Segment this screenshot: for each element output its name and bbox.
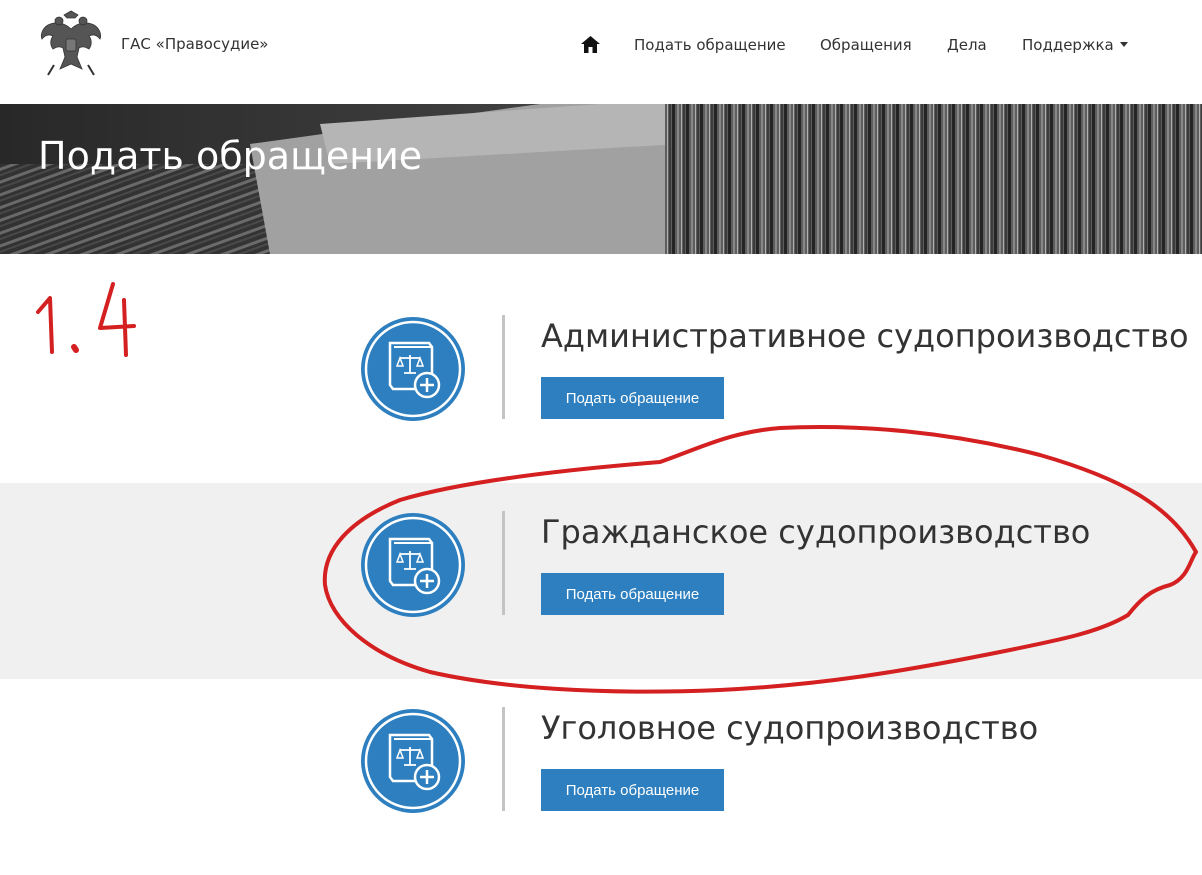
section-civil: Гражданское судопроизводство Подать обра… xyxy=(0,483,1202,679)
section-divider xyxy=(502,707,505,811)
submit-request-button[interactable]: Подать обращение xyxy=(541,573,724,615)
law-book-add-icon xyxy=(361,317,465,421)
nav-submit-request[interactable]: Подать обращение xyxy=(634,36,786,58)
law-book-add-icon xyxy=(361,709,465,813)
law-book-add-icon xyxy=(361,513,465,617)
section-criminal: Уголовное судопроизводство Подать обраще… xyxy=(0,679,1202,875)
russian-coat-of-arms-icon[interactable] xyxy=(34,9,108,83)
submit-request-button[interactable]: Подать обращение xyxy=(541,377,724,419)
page-title: Подать обращение xyxy=(38,134,423,178)
section-title: Уголовное судопроизводство xyxy=(541,709,1039,747)
section-divider xyxy=(502,315,505,419)
nav-support-dropdown[interactable]: Поддержка xyxy=(1022,36,1128,58)
home-icon[interactable] xyxy=(580,35,601,54)
nav-cases[interactable]: Дела xyxy=(947,36,987,58)
section-administrative: Административное судопроизводство Подать… xyxy=(0,287,1202,483)
submit-request-button[interactable]: Подать обращение xyxy=(541,769,724,811)
site-brand[interactable]: ГАС «Правосудие» xyxy=(121,35,269,53)
site-header: ГАС «Правосудие» Подать обращение Обраще… xyxy=(0,0,1202,104)
nav-label: Поддержка xyxy=(1022,36,1114,54)
nav-label: Подать обращение xyxy=(634,36,786,54)
page-banner: Подать обращение xyxy=(0,104,1202,254)
banner-background-image xyxy=(0,104,1202,254)
section-divider xyxy=(502,511,505,615)
section-title: Административное судопроизводство xyxy=(541,317,1189,355)
nav-label: Дела xyxy=(947,36,987,54)
nav-requests[interactable]: Обращения xyxy=(820,36,912,58)
caret-down-icon xyxy=(1119,42,1128,47)
nav-label: Обращения xyxy=(820,36,912,54)
section-title: Гражданское судопроизводство xyxy=(541,513,1091,551)
